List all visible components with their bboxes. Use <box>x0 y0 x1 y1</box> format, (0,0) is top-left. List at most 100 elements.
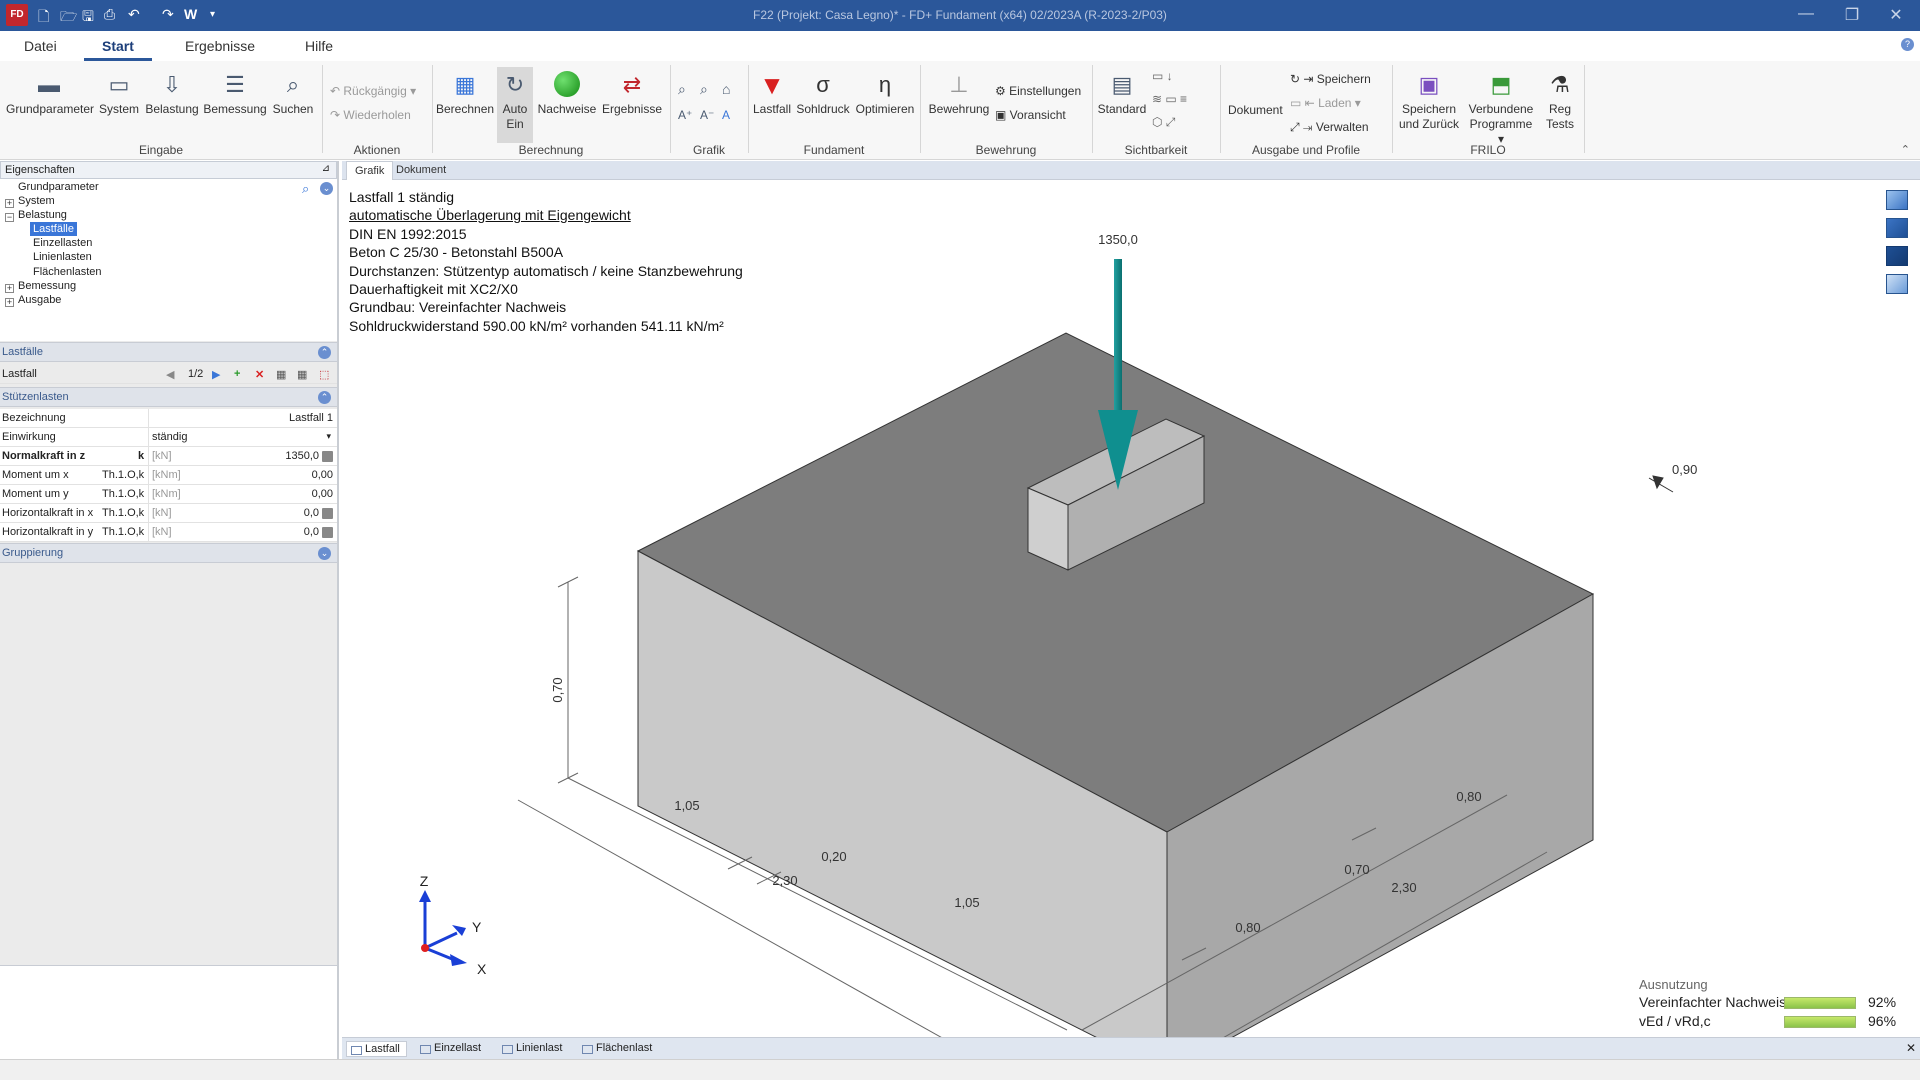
tree-item-flaechenlasten[interactable]: Flächenlasten <box>33 265 102 279</box>
property-row-moment-y[interactable]: Moment um y Th.1.O,k [kNm] 0,00 <box>0 485 337 504</box>
voransicht-button[interactable]: ▣ Voransicht <box>995 108 1066 122</box>
laden-profile-button[interactable]: ▭ ⇤ Laden ▾ <box>1290 96 1361 110</box>
section-gruppierung[interactable]: Gruppierung ⌄ <box>0 543 337 563</box>
bemessung-button[interactable]: ☰ Bemessung <box>202 71 268 117</box>
tree-item-bemessung[interactable]: Bemessung <box>18 279 76 293</box>
view-side-icon[interactable] <box>1886 274 1908 294</box>
tree-item-grundparameter[interactable]: Grundparameter <box>18 180 99 194</box>
previous-lastfall-icon[interactable]: ◀ <box>166 368 174 381</box>
export-icon[interactable]: ⬚ <box>319 368 329 381</box>
dropdown-arrow-icon[interactable]: ▾ <box>326 431 331 442</box>
undo-button[interactable]: ↶ Rückgängig ▾ <box>330 84 416 98</box>
table-edit-icon[interactable]: ▦ <box>297 368 307 381</box>
section-lastfaelle[interactable]: Lastfälle ⌃ <box>0 342 337 362</box>
standard-button[interactable]: ▤ Standard <box>1096 71 1148 117</box>
tree-item-einzellasten[interactable]: Einzellasten <box>33 236 92 250</box>
bezeichnung-value[interactable]: Lastfall 1 <box>289 412 333 424</box>
collapse-ribbon-icon[interactable]: ⌃ <box>1901 143 1910 156</box>
tab-hilfe[interactable]: Hilfe <box>305 38 333 54</box>
expand-icon[interactable]: + <box>5 199 14 208</box>
system-button[interactable]: ▭ System <box>98 71 140 117</box>
horizontal-x-value[interactable]: 0,0 <box>304 507 319 519</box>
visibility-toggle-2[interactable]: ≋ ▭ ≡ <box>1152 92 1187 106</box>
tree-item-belastung[interactable]: Belastung <box>18 208 67 222</box>
verwalten-profile-button[interactable]: ⤢ ⇥ Verwalten <box>1290 120 1369 135</box>
collapse-icon[interactable]: − <box>5 213 14 222</box>
section-stuetzenlasten[interactable]: Stützenlasten ⌃ <box>0 387 337 407</box>
bewehrung-button[interactable]: ⊥ Bewehrung <box>926 71 992 117</box>
collapse-all-icon[interactable]: ⌄ <box>320 182 333 195</box>
next-lastfall-icon[interactable]: ▶ <box>212 368 220 381</box>
minimize-icon[interactable]: — <box>1786 5 1826 23</box>
graphic-view[interactable]: Lastfall 1 ständig automatische Überlage… <box>342 180 1920 1037</box>
speichern-zurueck-button[interactable]: ▣ Speichern und Zurück <box>1396 71 1462 132</box>
grundparameter-button[interactable]: ▬ Grundparameter <box>6 71 94 117</box>
tab-dokument[interactable]: Dokument <box>388 164 454 176</box>
expand-section-icon[interactable]: ⌄ <box>318 547 331 560</box>
property-row-horizontal-x[interactable]: Horizontalkraft in x Th.1.O,k [kN] 0,0 <box>0 504 337 523</box>
optimieren-button[interactable]: η Optimieren <box>854 71 916 117</box>
tab-grafik[interactable]: Grafik <box>346 161 394 180</box>
expand-icon[interactable]: + <box>5 284 14 293</box>
dokument-button[interactable]: Dokument <box>1228 103 1283 117</box>
bottom-tab-einzellast[interactable]: Einzellast <box>416 1041 487 1055</box>
view-front-icon[interactable] <box>1886 246 1908 266</box>
tab-start[interactable]: Start <box>84 38 152 61</box>
collapse-section-icon[interactable]: ⌃ <box>318 346 331 359</box>
nachweise-button[interactable]: Nachweise <box>536 71 598 117</box>
table-icon[interactable]: ▦ <box>276 368 286 381</box>
pin-icon[interactable]: ⊿ <box>322 163 330 174</box>
font-smaller-icon[interactable]: A⁻ <box>700 108 714 122</box>
edit-icon[interactable] <box>322 527 333 538</box>
einwirkung-value[interactable]: ständig <box>152 431 187 443</box>
bottom-tab-lastfall[interactable]: Lastfall <box>346 1041 407 1057</box>
tree-item-system[interactable]: System <box>18 194 55 208</box>
bottom-tab-linienlast[interactable]: Linienlast <box>498 1041 568 1055</box>
bottom-tab-flaechenlast[interactable]: Flächenlast <box>578 1041 658 1055</box>
lastfall-button[interactable]: ▼ Lastfall <box>752 71 792 117</box>
foundation-3d-model[interactable]: 1350,0 0,90 0,70 1,05 0,20 1,05 2,30 0,8… <box>342 180 1920 1037</box>
tree-item-ausgabe[interactable]: Ausgabe <box>18 293 61 307</box>
font-larger-icon[interactable]: A⁺ <box>678 108 692 122</box>
tree-item-linienlasten[interactable]: Linienlasten <box>33 250 92 264</box>
property-row-bezeichnung[interactable]: Bezeichnung Lastfall 1 <box>0 409 337 428</box>
berechnen-button[interactable]: ▦ Berechnen <box>436 71 494 117</box>
add-lastfall-icon[interactable]: + <box>234 368 240 380</box>
property-row-normalkraft[interactable]: Normalkraft in z k [kN] 1350,0 <box>0 447 337 466</box>
tab-datei[interactable]: Datei <box>24 38 57 54</box>
auto-ein-button[interactable]: ↻ Auto Ein <box>497 67 533 143</box>
redo-button[interactable]: ↷ Wiederholen <box>330 108 411 122</box>
zoom-icon[interactable]: ⌕ <box>678 81 686 98</box>
property-row-horizontal-y[interactable]: Horizontalkraft in y Th.1.O,k [kN] 0,0 <box>0 523 337 542</box>
tree-item-lastfaelle[interactable]: Lastfälle <box>30 222 77 236</box>
help-icon[interactable]: ? <box>1901 38 1914 51</box>
sohldruck-button[interactable]: σ Sohldruck <box>795 71 851 117</box>
visibility-toggle-3[interactable]: ⬡ ⤢ <box>1152 115 1175 130</box>
property-row-moment-x[interactable]: Moment um x Th.1.O,k [kNm] 0,00 <box>0 466 337 485</box>
edit-icon[interactable] <box>322 451 333 462</box>
expand-icon[interactable]: + <box>5 298 14 307</box>
edit-icon[interactable] <box>322 508 333 519</box>
tab-ergebnisse[interactable]: Ergebnisse <box>185 38 255 54</box>
speichern-profile-button[interactable]: ↻ ⇥ Speichern <box>1290 72 1371 86</box>
collapse-section-icon[interactable]: ⌃ <box>318 391 331 404</box>
suchen-button[interactable]: ⌕ Suchen <box>270 71 316 117</box>
verbundene-programme-button[interactable]: ⬒ Verbundene Programme ▾ <box>1466 71 1536 147</box>
property-row-einwirkung[interactable]: Einwirkung ständig ▾ <box>0 428 337 447</box>
normalkraft-value[interactable]: 1350,0 <box>285 450 319 462</box>
search-icon[interactable]: ⌕ <box>302 181 309 197</box>
visibility-toggle-1[interactable]: ▭ ↓ <box>1152 69 1173 83</box>
ergebnisse-button[interactable]: ⇄ Ergebnisse <box>600 71 664 117</box>
view-top-icon[interactable] <box>1886 218 1908 238</box>
zoom-in-icon[interactable]: ⌕ <box>700 81 708 98</box>
home-view-icon[interactable]: ⌂ <box>722 81 730 97</box>
close-icon[interactable]: ✕ <box>1876 5 1916 25</box>
moment-y-value[interactable]: 0,00 <box>312 488 333 500</box>
restore-icon[interactable]: ❐ <box>1832 5 1872 25</box>
moment-x-value[interactable]: 0,00 <box>312 469 333 481</box>
font-style-icon[interactable]: A <box>722 108 730 122</box>
delete-lastfall-icon[interactable]: ✕ <box>255 368 264 381</box>
view-iso-icon[interactable] <box>1886 190 1908 210</box>
belastung-button[interactable]: ⇩ Belastung <box>144 71 200 117</box>
close-tabs-icon[interactable]: ✕ <box>1906 1041 1916 1055</box>
